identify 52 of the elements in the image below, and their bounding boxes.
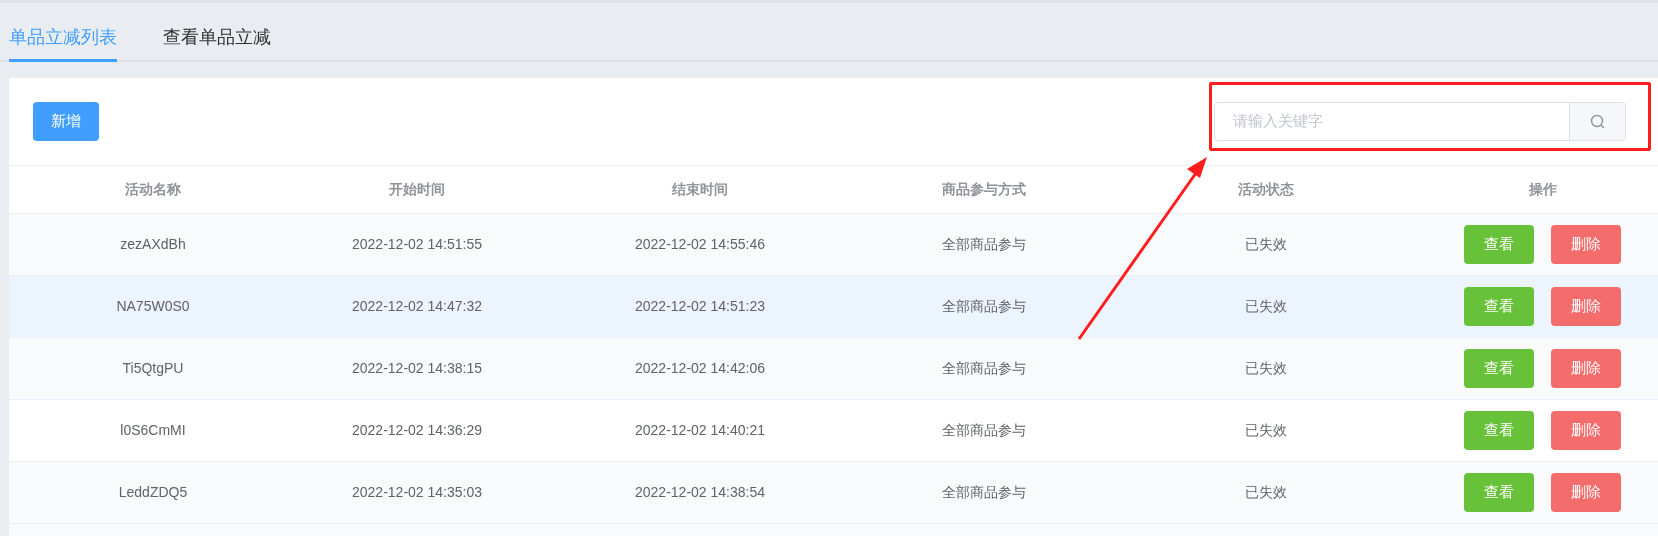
table-cell-text: 2022-12-02 14:42:06	[635, 359, 765, 378]
table-cell-text: 2022-12-02 14:38:15	[352, 359, 482, 378]
delete-button[interactable]: 删除	[1551, 225, 1621, 264]
table-cell-text: 2022-12-02 14:51:55	[352, 235, 482, 254]
table-cell-text: 全部商品参与	[942, 483, 1026, 502]
table-cell-text: 2022-12-02 14:47:32	[352, 297, 482, 316]
view-button[interactable]: 查看	[1464, 287, 1534, 326]
column-header: 开始时间	[388, 180, 446, 199]
search-input[interactable]: 请输入关键字	[1215, 103, 1569, 140]
table-cell-text: 全部商品参与	[942, 235, 1026, 254]
table-row[interactable]: Ti5QtgPU 2022-12-02 14:38:15 2022-12-02 14:42:06 全部商品参与 已失效 查看 删除	[9, 338, 1658, 400]
table-cell-text: 2022-12-02 14:36:29	[352, 421, 482, 440]
delete-button[interactable]: 删除	[1551, 287, 1621, 326]
column-header: 操作	[1527, 180, 1558, 199]
column-header: 商品参与方式	[941, 180, 1027, 199]
column-header: 活动状态	[1237, 180, 1295, 199]
tab[interactable]: 单品立减列表	[9, 24, 117, 62]
tab[interactable]: 查看单品立减	[163, 24, 271, 62]
table-cell-text: LeddZDQ5	[118, 483, 188, 502]
table-row[interactable]: zezAXdBh 2022-12-02 14:51:55 2022-12-02 14:55:46 全部商品参与 已失效 查看 删除	[9, 214, 1658, 276]
delete-button[interactable]: 删除	[1551, 411, 1621, 450]
table-cell-text: 2022-12-02 14:35:03	[352, 483, 482, 502]
column-header: 结束时间	[671, 180, 729, 199]
table-cell-text: 已失效	[1245, 421, 1287, 440]
column-header: 活动名称	[124, 180, 182, 199]
table-row[interactable]: LeddZDQ5 2022-12-02 14:35:03 2022-12-02 14:38:54 全部商品参与 已失效 查看 删除	[9, 462, 1658, 524]
table-cell-text: 全部商品参与	[942, 421, 1026, 440]
view-button[interactable]: 查看	[1464, 349, 1534, 388]
search-icon	[1589, 113, 1606, 130]
table-cell-text: Ti5QtgPU	[122, 359, 184, 378]
table-cell-text: zezAXdBh	[120, 235, 186, 254]
add-button[interactable]: 新增	[33, 102, 99, 141]
search-button[interactable]	[1569, 103, 1625, 140]
table-cell-text: 已失效	[1245, 359, 1287, 378]
table-cell-text: 2022-12-02 14:38:54	[635, 483, 765, 502]
view-button[interactable]: 查看	[1464, 473, 1534, 512]
table-cell-text: 全部商品参与	[942, 359, 1026, 378]
table-cell-text: l0S6CmMI	[120, 421, 186, 440]
table-cell-text: 全部商品参与	[942, 297, 1026, 316]
view-button[interactable]: 查看	[1464, 411, 1534, 450]
view-button[interactable]: 查看	[1464, 225, 1534, 264]
table-cell-text: 已失效	[1245, 297, 1287, 316]
table-cell-text: 2022-12-02 14:40:21	[635, 421, 765, 440]
search-field[interactable]: 请输入关键字	[1214, 102, 1626, 141]
table-row[interactable]: NA75W0S0 2022-12-02 14:47:32 2022-12-02 14:51:23 全部商品参与 已失效 查看 删除	[9, 276, 1658, 338]
table-cell-text: 已失效	[1245, 235, 1287, 254]
table-cell-text: 2022-12-02 14:51:23	[635, 297, 765, 316]
delete-button[interactable]: 删除	[1551, 349, 1621, 388]
table-cell-text: 已失效	[1245, 483, 1287, 502]
delete-button[interactable]: 删除	[1551, 473, 1621, 512]
table-cell-text: 2022-12-02 14:55:46	[635, 235, 765, 254]
table-cell-text: NA75W0S0	[116, 297, 190, 316]
